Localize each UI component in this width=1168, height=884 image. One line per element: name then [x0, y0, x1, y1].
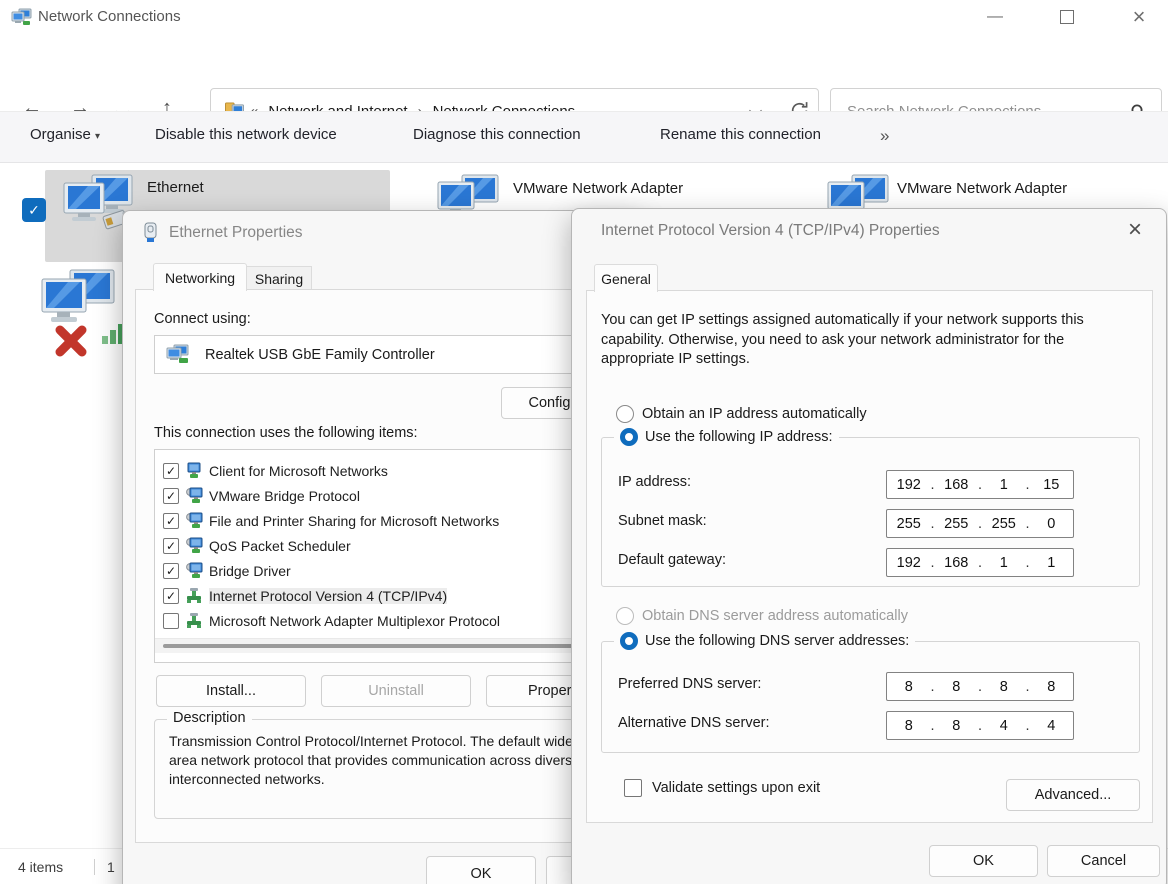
close-button[interactable]: ×	[1116, 0, 1162, 34]
connection-items-heading: This connection uses the following items…	[154, 425, 418, 441]
window-titlebar: Network Connections — ×	[0, 0, 1168, 35]
protocol-icon	[185, 587, 203, 604]
item-checkbox[interactable]: ✓	[163, 563, 179, 579]
horizontal-scrollbar[interactable]	[155, 638, 610, 653]
ipv4-properties-dialog: Internet Protocol Version 4 (TCP/IPv4) P…	[571, 208, 1167, 884]
rename-connection-button[interactable]: Rename this connection	[660, 126, 821, 143]
description-text: Transmission Control Protocol/Internet P…	[155, 720, 608, 789]
close-icon[interactable]: ×	[1128, 216, 1142, 244]
tab-general[interactable]: General	[594, 264, 658, 292]
obtain-ip-radio[interactable]	[616, 405, 634, 423]
ok-button[interactable]: OK	[426, 856, 536, 884]
window-title: Network Connections	[38, 8, 181, 25]
dialog-title: Ethernet Properties	[169, 224, 303, 242]
adapter-device-icon	[143, 222, 158, 244]
default-gateway-label: Default gateway:	[618, 552, 726, 568]
connection-items-list[interactable]: ✓ Client for Microsoft Networks ✓ VMware…	[154, 449, 611, 663]
item-count: 4 items	[18, 859, 63, 875]
disconnected-x-icon	[60, 330, 82, 352]
service-icon	[185, 562, 203, 579]
alternative-dns-label: Alternative DNS server:	[618, 715, 770, 731]
navigation-bar: ← → ↑ « Network and Internet › Network C…	[0, 35, 1168, 111]
subnet-mask-label: Subnet mask:	[618, 513, 707, 529]
vmware-adapter-2-label[interactable]: VMware Network Adapter	[897, 180, 1067, 197]
item-checkbox[interactable]: ✓	[163, 613, 179, 629]
description-group: Description Transmission Control Protoco…	[154, 719, 609, 819]
use-dns-group: Use the following DNS server addresses: …	[601, 641, 1140, 753]
ethernet-properties-dialog: Ethernet Properties Networking Sharing C…	[122, 210, 642, 884]
service-icon	[185, 512, 203, 529]
advanced-button[interactable]: Advanced...	[1006, 779, 1140, 811]
client-icon	[185, 462, 203, 479]
disable-device-button[interactable]: Disable this network device	[155, 126, 337, 143]
app-icon	[11, 8, 33, 27]
adapter-name: Realtek USB GbE Family Controller	[205, 347, 435, 363]
status-separator	[94, 859, 95, 875]
tab-networking[interactable]: Networking	[153, 263, 247, 291]
intro-text: You can get IP settings assigned automat…	[601, 311, 1133, 370]
adapter-box: Realtek USB GbE Family Controller	[154, 335, 611, 374]
ethernet-item-label[interactable]: Ethernet	[147, 179, 204, 196]
service-icon	[185, 487, 203, 504]
validate-checkbox[interactable]: ✓	[624, 779, 642, 797]
item-checkbox[interactable]: ✓	[163, 463, 179, 479]
minimize-button[interactable]: —	[972, 0, 1018, 34]
subnet-mask-field[interactable]: 255. 255. 255. 0	[886, 509, 1074, 538]
ok-button[interactable]: OK	[929, 845, 1038, 877]
selection-count: 1	[107, 859, 115, 875]
use-ip-radio[interactable]	[620, 428, 638, 446]
diagnose-connection-button[interactable]: Diagnose this connection	[413, 126, 581, 143]
organise-dropdown-icon: ▾	[95, 131, 100, 142]
organise-menu[interactable]: Organise ▾	[30, 126, 100, 143]
service-icon	[185, 537, 203, 554]
vmware-adapter-1-label[interactable]: VMware Network Adapter	[513, 180, 683, 197]
item-checkbox[interactable]: ✓	[163, 513, 179, 529]
connect-using-label: Connect using:	[154, 311, 251, 327]
preferred-dns-label: Preferred DNS server:	[618, 676, 761, 692]
toolbar-overflow-chevron[interactable]: »	[880, 126, 889, 146]
install-button[interactable]: Install...	[156, 675, 306, 707]
list-item[interactable]: ✓ Internet Protocol Version 4 (TCP/IPv4)	[155, 583, 610, 608]
maximize-button[interactable]	[1044, 0, 1090, 34]
description-heading: Description	[173, 710, 246, 726]
item-checkbox[interactable]: ✓	[163, 488, 179, 504]
list-item[interactable]: ✓ Bridge Driver	[155, 558, 610, 583]
list-item[interactable]: ✓ Client for Microsoft Networks	[155, 458, 610, 483]
default-gateway-field[interactable]: 192. 168. 1. 1	[886, 548, 1074, 577]
ethernet-selected-checkbox[interactable]: ✓	[22, 198, 46, 222]
use-ip-group: Use the following IP address: IP address…	[601, 437, 1140, 587]
ip-address-field[interactable]: 192. 168. 1. 15	[886, 470, 1074, 499]
adapter-icon	[165, 344, 191, 366]
cancel-button[interactable]: Cancel	[1047, 845, 1160, 877]
preferred-dns-field[interactable]: 8. 8. 8. 8	[886, 672, 1074, 701]
list-item[interactable]: ✓ Microsoft Network Adapter Multiplexor …	[155, 608, 610, 633]
item-checkbox[interactable]: ✓	[163, 538, 179, 554]
obtain-dns-radio-row: Obtain DNS server address automatically	[616, 607, 908, 625]
network-connections-window: Network Connections — × ← → ↑ « Network …	[0, 0, 1168, 884]
list-item[interactable]: ✓ QoS Packet Scheduler	[155, 533, 610, 558]
ip-address-label: IP address:	[618, 474, 691, 490]
item-checkbox[interactable]: ✓	[163, 588, 179, 604]
command-toolbar: Organise ▾ Disable this network device D…	[0, 111, 1168, 163]
use-dns-radio[interactable]	[620, 632, 638, 650]
list-item[interactable]: ✓ File and Printer Sharing for Microsoft…	[155, 508, 610, 533]
obtain-dns-radio	[616, 607, 634, 625]
obtain-ip-radio-row[interactable]: Obtain an IP address automatically	[616, 405, 867, 423]
dialog-title: Internet Protocol Version 4 (TCP/IPv4) P…	[601, 222, 940, 240]
list-item[interactable]: ✓ VMware Bridge Protocol	[155, 483, 610, 508]
validate-checkbox-row[interactable]: ✓ Validate settings upon exit	[624, 779, 820, 797]
protocol-icon	[185, 612, 203, 629]
alternative-dns-field[interactable]: 8. 8. 4. 4	[886, 711, 1074, 740]
uninstall-button[interactable]: Uninstall	[321, 675, 471, 707]
